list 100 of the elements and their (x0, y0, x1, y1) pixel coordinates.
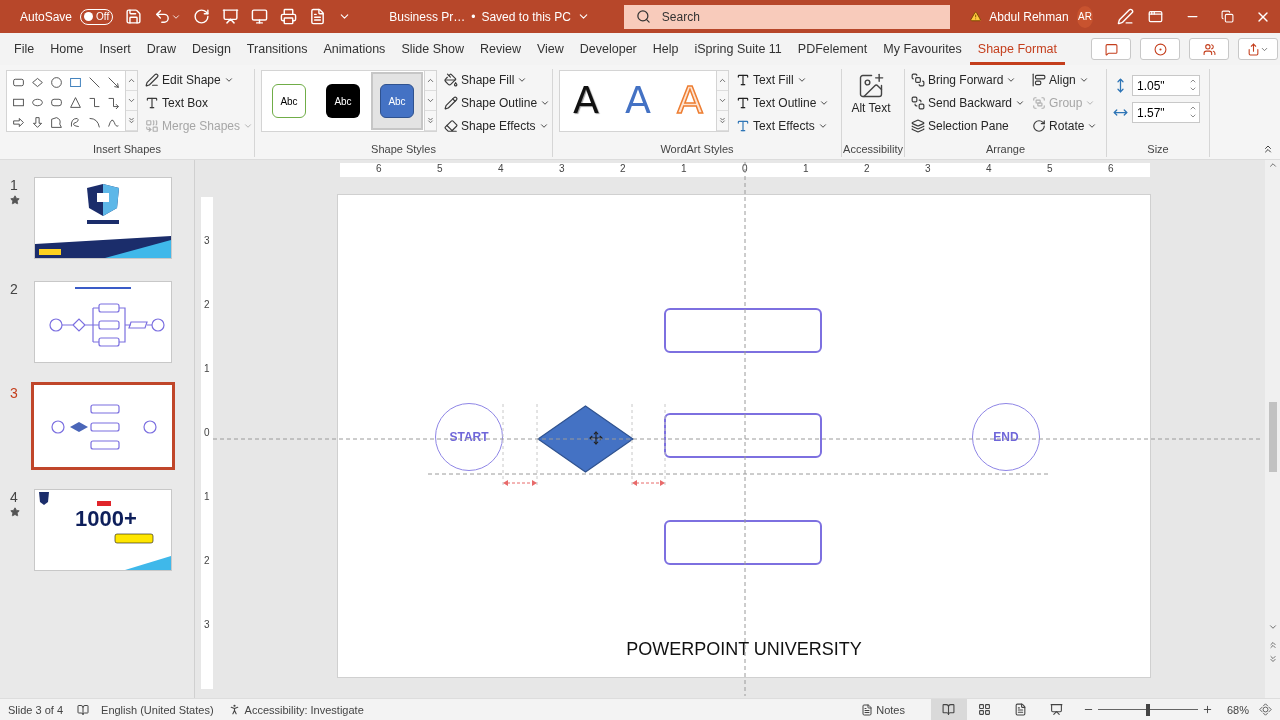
ribbon-tab[interactable]: Design (183, 33, 239, 65)
ribbon-tab[interactable]: PDFelement (789, 33, 876, 65)
ribbon-tab[interactable]: iSpring Suite 11 (686, 33, 790, 65)
ribbon-tab[interactable]: Help (644, 33, 687, 65)
presentation-icon[interactable] (222, 8, 240, 25)
slide-number: 3 (10, 385, 19, 401)
ribbon-tab[interactable]: Slide Show (393, 33, 472, 65)
scroll-down-icon[interactable] (1267, 622, 1278, 632)
arrow-line-icon[interactable] (107, 75, 120, 89)
zoom-in-icon[interactable] (1201, 704, 1213, 715)
undo-icon[interactable] (154, 8, 172, 25)
scrollbar-thumb[interactable] (1268, 402, 1277, 472)
ribbon-command[interactable]: Text Effects (736, 116, 830, 135)
ribbon-command[interactable]: Shape Fill (444, 70, 551, 89)
ruler-number: 0 (204, 427, 210, 439)
line-icon[interactable] (88, 75, 101, 89)
shape-style-preset[interactable]: Abc (371, 72, 423, 130)
redo-icon[interactable] (193, 8, 211, 25)
wordart-preset[interactable]: A (612, 71, 664, 129)
language-label[interactable]: English (United States) (101, 703, 214, 716)
banner-shape (114, 533, 154, 544)
ribbon-command[interactable]: Text Box (145, 93, 254, 112)
ruler-number: 2 (620, 163, 626, 175)
accessibility-status[interactable]: Accessibility: Investigate (244, 703, 364, 716)
document-icon[interactable] (309, 8, 327, 25)
ribbon-command[interactable]: Align (1032, 70, 1098, 89)
wordart-preset[interactable]: A (560, 71, 612, 129)
document-title[interactable]: Business Pr… • Saved to this PC (389, 9, 590, 24)
view-button[interactable] (930, 699, 967, 720)
monitor-icon[interactable] (251, 8, 269, 25)
slide-number: 1 (10, 177, 19, 193)
slide-thumbnail[interactable] (34, 177, 172, 259)
ribbon-command[interactable]: Bring Forward (911, 70, 1026, 89)
ribbon-tab[interactable]: Transitions (238, 33, 316, 65)
ribbon-display-icon[interactable] (1148, 9, 1164, 24)
ribbon-tab[interactable]: My Favourites (875, 33, 970, 65)
comments-button[interactable] (1091, 38, 1132, 60)
ruler-number: 0 (742, 163, 748, 175)
ruler-number: 3 (204, 619, 210, 631)
ribbon-tab[interactable]: Animations (315, 33, 394, 65)
restore-icon[interactable] (1221, 10, 1235, 23)
slide-thumbnail[interactable] (34, 281, 172, 363)
save-icon[interactable] (125, 8, 143, 25)
circle-icon[interactable] (50, 75, 63, 89)
spelling-icon[interactable] (77, 703, 90, 716)
ruler-number: 6 (376, 163, 382, 175)
ruler-number: 1 (204, 363, 210, 375)
ribbon-tab[interactable]: File (6, 33, 43, 65)
alt-text-icon (857, 72, 885, 100)
ribbon-tab[interactable]: Review (471, 33, 529, 65)
elbow-connector-icon[interactable] (88, 95, 101, 109)
ribbon-command[interactable]: Shape Effects (444, 116, 551, 135)
ribbon-tab[interactable]: View (528, 33, 572, 65)
width-field[interactable]: 1.57" (1132, 102, 1200, 123)
freeform-icon[interactable] (50, 115, 63, 129)
arc-icon[interactable] (88, 115, 101, 129)
user-avatar[interactable]: AR (1076, 5, 1094, 28)
zoom-thumb[interactable] (1145, 703, 1150, 716)
record-button[interactable] (1140, 38, 1181, 60)
ribbon-command[interactable]: Text Fill (736, 70, 830, 89)
elbow-arrow-icon[interactable] (107, 95, 120, 109)
ribbon-command[interactable]: Send Backward (911, 93, 1026, 112)
ribbon-command[interactable]: Selection Pane (911, 116, 1026, 135)
height-field[interactable]: 1.05" (1132, 75, 1200, 96)
slide-footer-text: POWERPOINT UNIVERSITY (625, 639, 863, 660)
zoom-percent[interactable]: 68% (1226, 703, 1249, 716)
scribble-icon[interactable] (69, 115, 82, 129)
search-field[interactable]: Search (623, 4, 950, 29)
pen-icon[interactable] (1117, 8, 1135, 25)
share-button[interactable] (1238, 38, 1279, 60)
title-separator: • (471, 9, 476, 24)
slide-thumbnail[interactable]: 1000+ (34, 489, 172, 571)
alt-text-button[interactable]: Alt Text (848, 70, 894, 143)
triangle-icon[interactable] (69, 95, 82, 109)
ribbon-tab[interactable]: Developer (571, 33, 645, 65)
shape-style-preset[interactable]: Abc (263, 72, 315, 130)
down-arrow-icon[interactable] (31, 115, 44, 129)
logo-badge (97, 501, 111, 506)
ribbon-command[interactable]: Edit Shape (145, 70, 254, 89)
group-label: Arrange (984, 143, 1027, 157)
slide-headline: 1000+ (75, 508, 137, 530)
shape-style-preset[interactable]: Abc (317, 72, 369, 130)
right-arrow-icon[interactable] (12, 115, 25, 129)
ribbon-tab[interactable]: Draw (138, 33, 184, 65)
chevron-up-icon (127, 76, 136, 85)
ribbon-tab[interactable]: Insert (91, 33, 139, 65)
ribbon-command[interactable]: Shape Outline (444, 93, 551, 112)
text-box-icon[interactable] (69, 75, 82, 89)
printer-icon[interactable] (280, 8, 298, 25)
teams-button[interactable] (1189, 38, 1230, 60)
edit-shape-icon (145, 72, 159, 87)
fit-slide-icon[interactable] (1259, 703, 1272, 716)
diamond-icon[interactable] (31, 75, 44, 89)
ribbon-command[interactable]: Rotate (1032, 116, 1098, 135)
ribbon-tab[interactable]: Home (42, 33, 92, 65)
scroll-up-icon[interactable] (1267, 160, 1278, 170)
slide-thumbnail[interactable] (31, 382, 175, 470)
notes-button[interactable]: Notes (857, 703, 909, 716)
collapse-ribbon-icon[interactable] (1262, 143, 1274, 155)
ribbon-command[interactable]: Text Outline (736, 93, 830, 112)
